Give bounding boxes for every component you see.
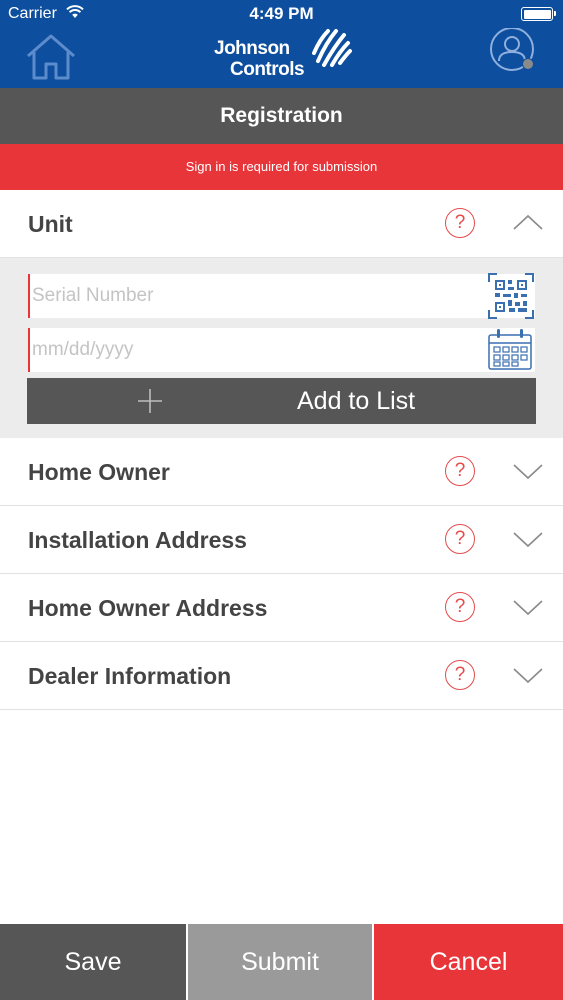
section-dealer-information[interactable]: Dealer Information ? (0, 642, 563, 710)
section-home-owner-address-label: Home Owner Address (28, 595, 268, 621)
section-unit-label: Unit (28, 211, 73, 237)
plus-icon (138, 389, 162, 413)
brand-logo: Johnson Controls (214, 28, 364, 84)
page-title: Registration (0, 88, 563, 144)
save-button[interactable]: Save (0, 924, 186, 1000)
home-icon (27, 34, 75, 80)
chevron-down-icon[interactable] (512, 460, 544, 482)
battery-icon (521, 7, 556, 21)
help-icon[interactable]: ? (445, 592, 475, 622)
calendar-icon (488, 329, 532, 370)
section-dealer-information-label: Dealer Information (28, 663, 232, 689)
help-icon[interactable]: ? (445, 456, 475, 486)
section-installation-address-label: Installation Address (28, 527, 247, 553)
section-home-owner[interactable]: Home Owner ? (0, 438, 563, 506)
add-to-list-label: Add to List (297, 387, 416, 415)
help-icon[interactable]: ? (445, 208, 475, 238)
help-icon[interactable]: ? (445, 524, 475, 554)
home-button[interactable] (24, 32, 78, 82)
brand-line2: Controls (230, 59, 305, 80)
section-home-owner-address[interactable]: Home Owner Address ? (0, 574, 563, 642)
profile-button[interactable] (486, 27, 538, 80)
status-dot-icon (522, 58, 534, 70)
clock-time: 4:49 PM (249, 4, 314, 23)
install-date-field[interactable] (28, 328, 535, 372)
qr-scan-button[interactable] (487, 272, 535, 325)
bottom-action-bar: Save Submit Cancel (0, 924, 563, 1000)
serial-number-field[interactable] (28, 273, 535, 319)
help-icon[interactable]: ? (445, 660, 475, 690)
chevron-down-icon[interactable] (512, 528, 544, 550)
app-header: Johnson Controls (0, 27, 563, 88)
unit-panel: Add to List (0, 258, 563, 438)
serial-number-input[interactable] (32, 274, 480, 318)
add-to-list-button[interactable]: Add to List (27, 378, 536, 424)
install-date-input[interactable] (32, 328, 480, 372)
user-profile-icon (490, 27, 534, 71)
chevron-down-icon[interactable] (512, 664, 544, 686)
section-unit[interactable]: Unit ? (0, 190, 563, 258)
qr-code-icon (488, 273, 534, 319)
brand-line1: Johnson (214, 38, 290, 59)
section-home-owner-label: Home Owner (28, 459, 170, 485)
section-installation-address[interactable]: Installation Address ? (0, 506, 563, 574)
submit-button[interactable]: Submit (186, 924, 374, 1000)
chevron-up-icon[interactable] (512, 212, 544, 234)
chevron-down-icon[interactable] (512, 596, 544, 618)
signin-alert-banner: Sign in is required for submission (0, 144, 563, 190)
globe-logo-icon (312, 29, 352, 67)
date-picker-button[interactable] (485, 326, 535, 377)
status-bar: Carrier 4:49 PM (0, 0, 563, 28)
cancel-button[interactable]: Cancel (374, 924, 563, 1000)
